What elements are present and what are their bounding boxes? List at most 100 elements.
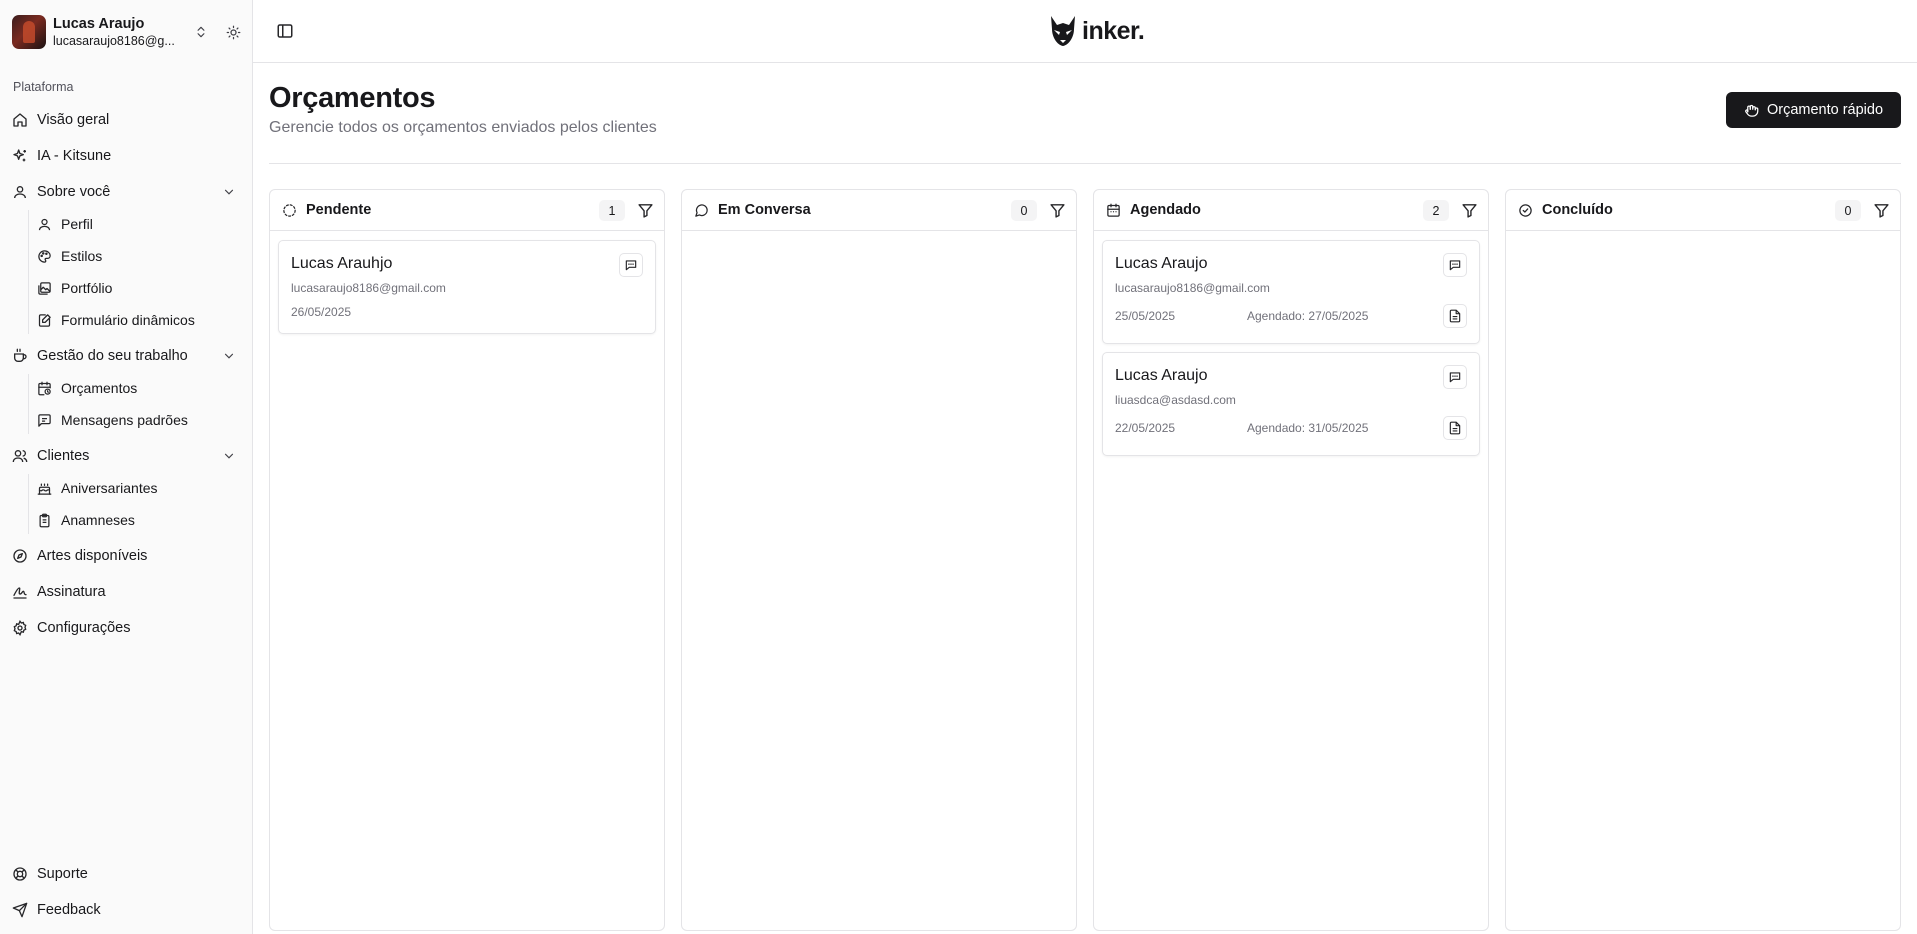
chevrons-up-down-icon[interactable] — [191, 22, 211, 42]
page-title: Orçamentos — [269, 82, 436, 114]
sidebar-item-perfil[interactable]: Perfil — [37, 210, 242, 238]
brand-name: inker. — [1082, 16, 1145, 45]
column-count-badge: 1 — [599, 200, 625, 221]
sidebar-item-label: Gestão do seu trabalho — [37, 348, 188, 364]
avatar — [12, 15, 46, 49]
loader-circle-icon — [282, 203, 297, 218]
sidebar-item-ia-kitsune[interactable]: IA - Kitsune — [12, 142, 242, 170]
clipboard-icon — [37, 513, 52, 528]
user-switcher[interactable]: Lucas Araujo lucasaraujo8186@g... — [12, 14, 244, 50]
submenu-line — [28, 374, 29, 434]
calendar-icon — [1106, 203, 1121, 218]
filter-icon[interactable] — [1049, 202, 1066, 219]
page-subtitle: Gerencie todos os orçamentos enviados pe… — [269, 119, 657, 136]
client-name: Lucas Araujo — [1115, 255, 1208, 272]
filter-icon[interactable] — [1873, 202, 1890, 219]
chat-button[interactable] — [1443, 253, 1467, 277]
sidebar-item-orcamentos[interactable]: Orçamentos — [37, 374, 242, 402]
document-button[interactable] — [1443, 416, 1467, 440]
sidebar-item-portfolio[interactable]: Portfólio — [37, 274, 242, 302]
column-count-badge: 0 — [1011, 200, 1037, 221]
column-title: Em Conversa — [718, 202, 811, 218]
sidebar-item-label: Estilos — [61, 248, 103, 264]
submenu-line — [28, 210, 29, 334]
sidebar-item-assinatura[interactable]: Assinatura — [12, 578, 242, 606]
signature-icon — [12, 584, 28, 600]
client-name: Lucas Araujo — [1115, 367, 1208, 384]
sidebar-item-label: Anamneses — [61, 512, 135, 528]
sidebar-item-label: Clientes — [37, 448, 90, 464]
client-name: Lucas Arauhjo — [291, 255, 393, 272]
sidebar-item-aniversariantes[interactable]: Aniversariantes — [37, 474, 242, 502]
divider — [269, 163, 1901, 164]
sidebar-item-label: Artes disponíveis — [37, 548, 148, 564]
sidebar-item-label: Perfil — [61, 216, 93, 232]
client-email: liuasdca@asdasd.com — [1115, 393, 1236, 407]
main-content: inker. Orçamentos Gerencie todos os orça… — [253, 0, 1917, 934]
filter-icon[interactable] — [637, 202, 654, 219]
chat-button[interactable] — [1443, 365, 1467, 389]
message-square-icon — [37, 413, 52, 428]
sidebar-item-suporte[interactable]: Suporte — [12, 860, 242, 888]
send-icon — [12, 902, 28, 918]
sidebar-item-label: Configurações — [37, 620, 131, 636]
sidebar-item-label: IA - Kitsune — [37, 148, 112, 164]
filter-icon[interactable] — [1461, 202, 1478, 219]
client-email: lucasaraujo8186@gmail.com — [291, 281, 446, 295]
sidebar-item-label: Assinatura — [37, 584, 106, 600]
sidebar-item-estilos[interactable]: Estilos — [37, 242, 242, 270]
column-title: Agendado — [1130, 202, 1201, 218]
request-date: 22/05/2025 — [1115, 421, 1176, 435]
user-icon — [12, 184, 28, 200]
sun-icon[interactable] — [223, 22, 243, 42]
sidebar-toggle-icon[interactable] — [276, 22, 294, 40]
topbar: inker. — [253, 0, 1917, 63]
sparkles-icon — [12, 148, 28, 164]
cake-icon — [37, 481, 52, 496]
coffee-icon — [12, 348, 28, 364]
sidebar-item-label: Portfólio — [61, 280, 113, 296]
quote-card[interactable]: Lucas Arauhjo lucasaraujo8186@gmail.com … — [278, 240, 656, 334]
quote-card[interactable]: Lucas Araujo lucasaraujo8186@gmail.com 2… — [1102, 240, 1480, 344]
column-header: Pendente 1 — [270, 190, 664, 231]
kanban-column-agendado: Agendado 2 Lucas Araujo lucasaraujo8186@… — [1093, 189, 1489, 931]
sidebar-item-gestao[interactable]: Gestão do seu trabalho — [12, 342, 242, 370]
sidebar-item-label: Orçamentos — [61, 380, 138, 396]
submenu-line — [28, 474, 29, 534]
sidebar-item-clientes[interactable]: Clientes — [12, 442, 242, 470]
scheduled-date: Agendado: 31/05/2025 — [1247, 421, 1369, 435]
file-text-icon — [1449, 421, 1461, 435]
sidebar-item-artes[interactable]: Artes disponíveis — [12, 542, 242, 570]
request-date: 26/05/2025 — [291, 305, 352, 319]
document-button[interactable] — [1443, 304, 1467, 328]
sidebar-section-label: Plataforma — [13, 80, 74, 94]
sidebar-item-formulario[interactable]: Formulário dinâmicos — [37, 306, 242, 334]
sidebar-item-label: Sobre você — [37, 184, 111, 200]
gear-icon — [12, 620, 28, 636]
sidebar-item-visao-geral[interactable]: Visão geral — [12, 106, 242, 134]
form-icon — [37, 313, 52, 328]
quote-card[interactable]: Lucas Araujo liuasdca@asdasd.com 22/05/2… — [1102, 352, 1480, 456]
sidebar-item-label: Aniversariantes — [61, 480, 158, 496]
brand-logo[interactable]: inker. — [1048, 14, 1145, 48]
sidebar-item-anamneses[interactable]: Anamneses — [37, 506, 242, 534]
quick-quote-button[interactable]: Orçamento rápido — [1726, 92, 1901, 128]
chat-button[interactable] — [619, 253, 643, 277]
sidebar-item-feedback[interactable]: Feedback — [12, 896, 242, 924]
fox-logo-icon — [1051, 16, 1075, 46]
sidebar-item-configuracoes[interactable]: Configurações — [12, 614, 242, 642]
sidebar-item-sobre-voce[interactable]: Sobre você — [12, 178, 242, 206]
chevron-down-icon — [222, 449, 236, 463]
chevron-down-icon — [222, 185, 236, 199]
scheduled-date: Agendado: 27/05/2025 — [1247, 309, 1369, 323]
images-icon — [37, 281, 52, 296]
chevron-down-icon — [222, 349, 236, 363]
message-dots-icon — [625, 260, 637, 271]
column-header: Em Conversa 0 — [682, 190, 1076, 231]
kanban-column-concluido: Concluído 0 — [1505, 189, 1901, 931]
sidebar-item-mensagens[interactable]: Mensagens padrões — [37, 406, 242, 434]
message-dots-icon — [1449, 372, 1461, 383]
quick-quote-label: Orçamento rápido — [1766, 102, 1884, 118]
check-circle-icon — [1518, 203, 1533, 218]
file-text-icon — [1449, 309, 1461, 323]
